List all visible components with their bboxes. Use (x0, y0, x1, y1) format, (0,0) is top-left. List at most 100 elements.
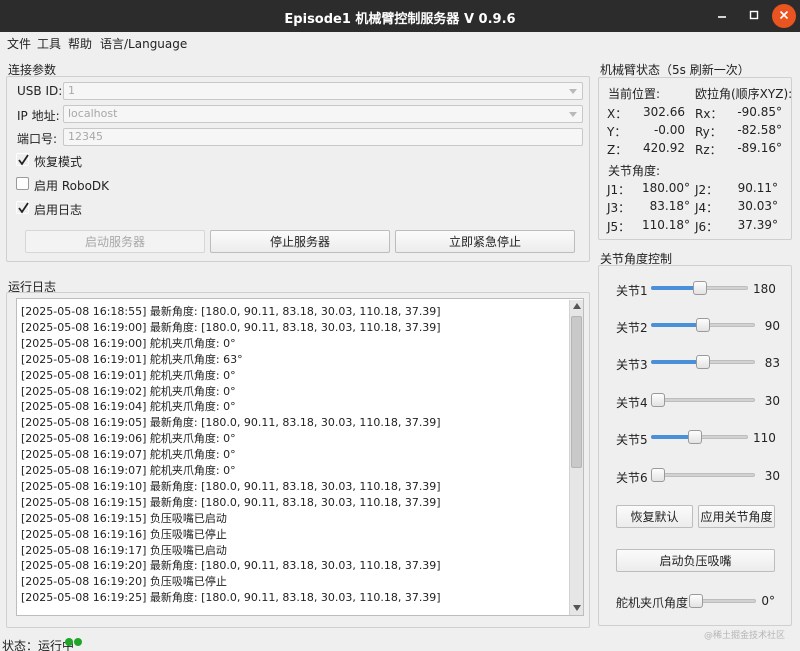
z-label: Z： (607, 143, 628, 157)
joint-5-value: 110 (753, 431, 776, 445)
j6-label: J6： (695, 220, 719, 234)
robodk-label: 启用 RoboDK (34, 179, 110, 193)
joint-2-label: 关节2 (616, 321, 648, 335)
joint-1-slider[interactable] (651, 281, 748, 295)
joint-4-slider[interactable] (651, 393, 755, 407)
enable-log-checkbox[interactable] (16, 201, 29, 214)
joint-1-label: 关节1 (616, 284, 648, 298)
status-indicator-icon (65, 638, 73, 646)
enable-log-label: 启用日志 (34, 203, 83, 217)
rx-label: Rx： (695, 107, 723, 121)
log-line: [2025-05-08 16:19:16] 负压吸嘴已停止 (21, 527, 227, 541)
joint-3-slider[interactable] (651, 355, 755, 369)
minimize-icon (717, 9, 727, 23)
emergency-stop-button[interactable]: 立即紧急停止 (395, 230, 575, 253)
chevron-down-icon (569, 89, 577, 94)
log-line: [2025-05-08 16:19:00] 舵机夹爪角度: 0° (21, 336, 236, 350)
gripper-angle-value: 0° (761, 594, 775, 608)
j6-value: 37.39° (737, 218, 778, 232)
log-line: [2025-05-08 16:19:07] 舵机夹爪角度: 0° (21, 464, 236, 477)
slider-handle[interactable] (693, 281, 707, 295)
checkmark-icon (18, 154, 29, 166)
reset-default-button[interactable]: 恢复默认 (616, 505, 693, 528)
log-line: [2025-05-08 16:19:20] 最新角度: [180.0, 90.1… (21, 559, 441, 573)
slider-track (651, 473, 755, 477)
start-server-button[interactable]: 启动服务器 (25, 230, 205, 253)
usb-id-value: 1 (68, 84, 75, 97)
start-suction-button[interactable]: 启动负压吸嘴 (616, 549, 775, 572)
slider-handle[interactable] (696, 355, 710, 369)
menu-bar: 文件 工具 帮助 语言/Language (0, 32, 800, 52)
menu-file[interactable]: 文件 (7, 35, 31, 52)
gripper-slider[interactable] (689, 594, 756, 608)
joint-5-label: 关节5 (616, 433, 648, 447)
ip-address-value: localhost (68, 107, 118, 120)
checkmark-icon (18, 202, 29, 214)
joint-2-slider[interactable] (651, 318, 755, 332)
minimize-button[interactable] (710, 4, 734, 28)
scroll-down-icon[interactable] (573, 605, 581, 611)
j2-value: 90.11° (737, 181, 778, 195)
slider-handle[interactable] (651, 393, 665, 407)
x-value: 302.66 (643, 105, 685, 119)
log-line: [2025-05-08 16:19:06] 舵机夹爪角度: 0° (21, 432, 236, 446)
port-label: 端口号: (17, 132, 58, 146)
maximize-button[interactable] (742, 4, 766, 28)
log-line: [2025-05-08 16:19:05] 最新角度: [180.0, 90.1… (21, 416, 441, 430)
joint-4-label: 关节4 (616, 396, 648, 410)
maximize-icon (749, 9, 759, 23)
rz-label: Rz： (695, 143, 722, 157)
j4-label: J4： (695, 201, 719, 215)
joint-3-label: 关节3 (616, 358, 648, 372)
watermark: @稀土掘金技术社区 (704, 631, 786, 641)
scroll-thumb[interactable] (571, 316, 582, 468)
slider-handle[interactable] (696, 318, 710, 332)
port-input[interactable]: 12345 (63, 128, 583, 146)
log-line: [2025-05-08 16:19:15] 最新角度: [180.0, 90.1… (21, 495, 441, 509)
joint-3-value: 83 (764, 356, 780, 370)
j2-label: J2： (695, 183, 719, 197)
log-line: [2025-05-08 16:19:17] 负压吸嘴已启动 (21, 543, 227, 557)
j5-label: J5： (607, 220, 631, 234)
status-text: 状态：运行中 (2, 639, 75, 651)
y-value: -0.00 (653, 123, 685, 137)
j3-value: 83.18° (649, 199, 690, 213)
j1-value: 180.00° (642, 181, 690, 195)
apply-joint-angles-button[interactable]: 应用关节角度 (698, 505, 775, 528)
log-line: [2025-05-08 16:19:04] 舵机夹爪角度: 0° (21, 400, 236, 414)
log-scrollbar[interactable] (569, 300, 583, 615)
j5-value: 110.18° (642, 218, 690, 232)
slider-handle[interactable] (651, 468, 665, 482)
log-line: [2025-05-08 16:19:25] 最新角度: [180.0, 90.1… (21, 591, 441, 605)
joint-6-label: 关节6 (616, 471, 648, 485)
log-line: [2025-05-08 16:19:07] 舵机夹爪角度: 0° (21, 448, 236, 462)
log-line: [2025-05-08 16:19:01] 舵机夹爪角度: 63° (21, 352, 243, 366)
log-line: [2025-05-08 16:19:01] 舵机夹爪角度: 0° (21, 368, 236, 382)
arm-status-group-title: 机械臂状态（5s 刷新一次） (600, 63, 750, 77)
ry-value: -82.58° (737, 123, 782, 137)
window-title: Episode1 机械臂控制服务器 V 0.9.6 (284, 12, 516, 27)
close-button[interactable] (772, 4, 796, 28)
log-text-area[interactable]: [2025-05-08 16:18:55] 最新角度: [180.0, 90.1… (16, 298, 584, 616)
robodk-checkbox[interactable] (16, 177, 29, 190)
usb-id-select[interactable]: 1 (63, 82, 583, 100)
euler-label: 欧拉角(顺序XYZ): (695, 87, 793, 101)
log-line: [2025-05-08 16:19:15] 负压吸嘴已启动 (21, 511, 227, 525)
y-label: Y： (607, 125, 627, 139)
menu-tools[interactable]: 工具 (37, 35, 61, 52)
menu-language[interactable]: 语言/Language (100, 35, 187, 52)
joint-5-slider[interactable] (651, 430, 748, 444)
ip-address-select[interactable]: localhost (63, 105, 583, 123)
stop-server-button[interactable]: 停止服务器 (210, 230, 390, 253)
scroll-up-icon[interactable] (573, 303, 581, 309)
rz-value: -89.16° (737, 141, 782, 155)
gripper-slider-handle[interactable] (689, 594, 703, 608)
port-placeholder: 12345 (68, 130, 103, 143)
joint-6-slider[interactable] (651, 468, 755, 482)
ip-address-label: IP 地址: (17, 109, 60, 123)
joint-2-value: 90 (764, 319, 780, 333)
slider-handle[interactable] (688, 430, 702, 444)
usb-id-label: USB ID: (17, 84, 63, 98)
menu-help[interactable]: 帮助 (68, 35, 92, 52)
recovery-mode-checkbox[interactable] (16, 153, 29, 166)
